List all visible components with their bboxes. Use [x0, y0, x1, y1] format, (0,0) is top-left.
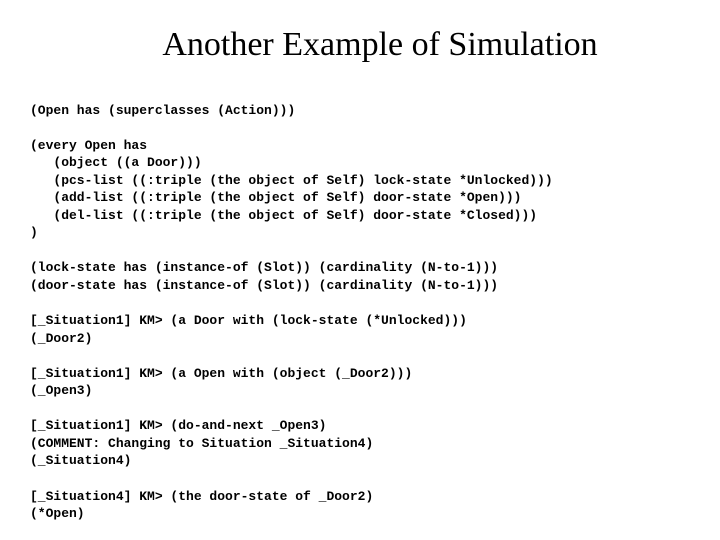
code-line: [_Situation1] KM> (a Door with (lock-sta… — [30, 313, 467, 328]
code-block: (Open has (superclasses (Action))) (ever… — [30, 84, 690, 540]
code-line: (del-list ((:triple (the object of Self)… — [30, 208, 537, 223]
code-line: (Open has (superclasses (Action))) — [30, 103, 295, 118]
page-title: Another Example of Simulation — [30, 26, 690, 64]
code-line: [_Situation4] KM> (the door-state of _Do… — [30, 489, 373, 504]
code-line: ) — [30, 225, 38, 240]
code-line: (door-state has (instance-of (Slot)) (ca… — [30, 278, 498, 293]
code-line: (_Door2) — [30, 331, 92, 346]
code-line: (lock-state has (instance-of (Slot)) (ca… — [30, 260, 498, 275]
code-line: [_Situation1] KM> (do-and-next _Open3) — [30, 418, 326, 433]
code-line: (COMMENT: Changing to Situation _Situati… — [30, 436, 373, 451]
code-line: (*Open) — [30, 506, 85, 521]
code-line: (_Open3) — [30, 383, 92, 398]
code-line: (add-list ((:triple (the object of Self)… — [30, 190, 521, 205]
code-line: (_Situation4) — [30, 453, 131, 468]
code-line: [_Situation1] KM> (a Open with (object (… — [30, 366, 412, 381]
code-line: (pcs-list ((:triple (the object of Self)… — [30, 173, 553, 188]
slide: Another Example of Simulation (Open has … — [0, 0, 720, 540]
code-line: (object ((a Door))) — [30, 155, 202, 170]
code-line: (every Open has — [30, 138, 147, 153]
